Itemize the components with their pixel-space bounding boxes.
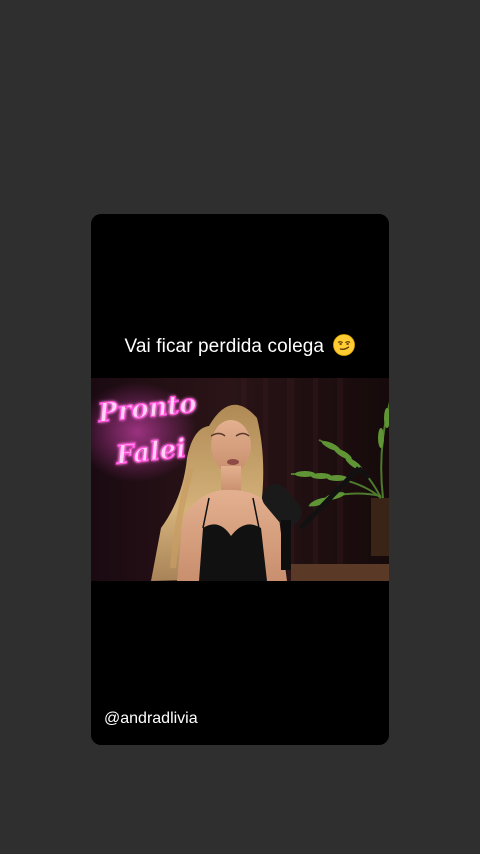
story-username[interactable]: @andradlivia [104,709,198,729]
video-still: Pronto Falei [91,378,389,581]
story-card[interactable]: Vai ficar perdida colega Pronto Falei @a… [91,214,389,745]
story-viewer: Vai ficar perdida colega Pronto Falei @a… [0,0,480,854]
smirking-face-icon [333,334,356,356]
video-frame[interactable]: Pronto Falei [91,378,389,581]
caption-text: Vai ficar perdida colega [124,336,325,357]
story-caption: Vai ficar perdida colega [91,334,389,359]
desk [291,564,389,581]
